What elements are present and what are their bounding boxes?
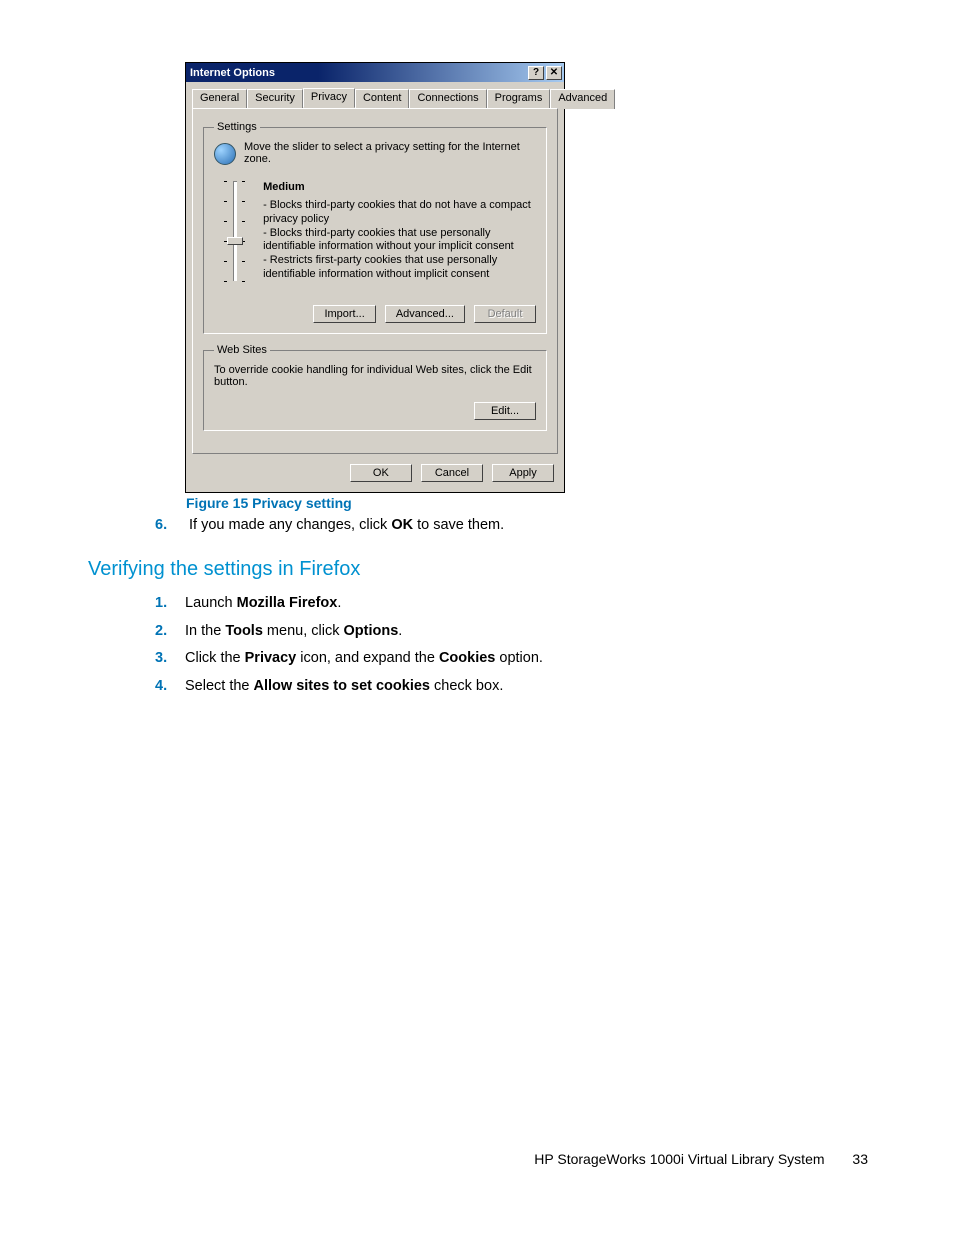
tab-general[interactable]: General <box>192 89 247 109</box>
list-item: 4. Select the Allow sites to set cookies… <box>155 673 543 701</box>
close-button[interactable]: ✕ <box>546 66 562 80</box>
step-6: 6. If you made any changes, click OK to … <box>155 517 504 533</box>
tab-privacy[interactable]: Privacy <box>303 88 355 108</box>
privacy-bullet: - Blocks third-party cookies that do not… <box>263 199 533 227</box>
tab-advanced[interactable]: Advanced <box>550 89 615 109</box>
tab-connections[interactable]: Connections <box>409 89 486 109</box>
dialog-title: Internet Options <box>190 67 526 79</box>
websites-legend: Web Sites <box>214 344 270 356</box>
step-text: Select the Allow sites to set cookies ch… <box>185 673 503 701</box>
list-item: 1. Launch Mozilla Firefox. <box>155 590 543 618</box>
dialog-button-row: OK Cancel Apply <box>186 460 564 492</box>
settings-legend: Settings <box>214 121 260 133</box>
privacy-slider[interactable] <box>214 181 254 291</box>
step-number: 4. <box>155 673 185 701</box>
websites-text: To override cookie handling for individu… <box>214 364 536 388</box>
import-button[interactable]: Import... <box>313 305 375 323</box>
edit-button[interactable]: Edit... <box>474 402 536 420</box>
tab-security[interactable]: Security <box>247 89 303 109</box>
step-text: Launch Mozilla Firefox. <box>185 590 341 618</box>
footer-text: HP StorageWorks 1000i Virtual Library Sy… <box>534 1151 824 1167</box>
default-button: Default <box>474 305 536 323</box>
figure-caption: Figure 15 Privacy setting <box>186 495 352 511</box>
titlebar[interactable]: Internet Options ? ✕ <box>186 63 564 82</box>
page-number: 33 <box>852 1151 868 1167</box>
privacy-level: Medium <box>263 181 533 193</box>
step-text: If you made any changes, click OK to sav… <box>189 517 504 533</box>
step-number: 6. <box>155 517 185 533</box>
help-button[interactable]: ? <box>528 66 544 80</box>
step-text: In the Tools menu, click Options. <box>185 618 402 646</box>
internet-options-dialog: Internet Options ? ✕ General Security Pr… <box>185 62 565 493</box>
step-text: Click the Privacy icon, and expand the C… <box>185 645 543 673</box>
privacy-bullet: - Restricts first-party cookies that use… <box>263 254 533 282</box>
step-number: 1. <box>155 590 185 618</box>
section-heading: Verifying the settings in Firefox <box>88 558 360 581</box>
ok-button[interactable]: OK <box>350 464 412 482</box>
globe-icon <box>214 143 236 165</box>
step-number: 2. <box>155 618 185 646</box>
list-item: 2. In the Tools menu, click Options. <box>155 618 543 646</box>
websites-group: Web Sites To override cookie handling fo… <box>203 344 547 431</box>
firefox-steps: 1. Launch Mozilla Firefox. 2. In the Too… <box>155 590 543 700</box>
tab-content[interactable]: Content <box>355 89 410 109</box>
cancel-button[interactable]: Cancel <box>421 464 483 482</box>
advanced-button[interactable]: Advanced... <box>385 305 465 323</box>
tab-body: Settings Move the slider to select a pri… <box>192 108 558 454</box>
apply-button[interactable]: Apply <box>492 464 554 482</box>
settings-group: Settings Move the slider to select a pri… <box>203 121 547 334</box>
tab-strip: General Security Privacy Content Connect… <box>186 82 564 108</box>
step-number: 3. <box>155 645 185 673</box>
slider-thumb[interactable] <box>227 237 243 245</box>
list-item: 3. Click the Privacy icon, and expand th… <box>155 645 543 673</box>
page-footer: HP StorageWorks 1000i Virtual Library Sy… <box>534 1151 868 1167</box>
privacy-bullet: - Blocks third-party cookies that use pe… <box>263 227 533 255</box>
tab-programs[interactable]: Programs <box>487 89 551 109</box>
settings-instruction: Move the slider to select a privacy sett… <box>244 141 536 165</box>
